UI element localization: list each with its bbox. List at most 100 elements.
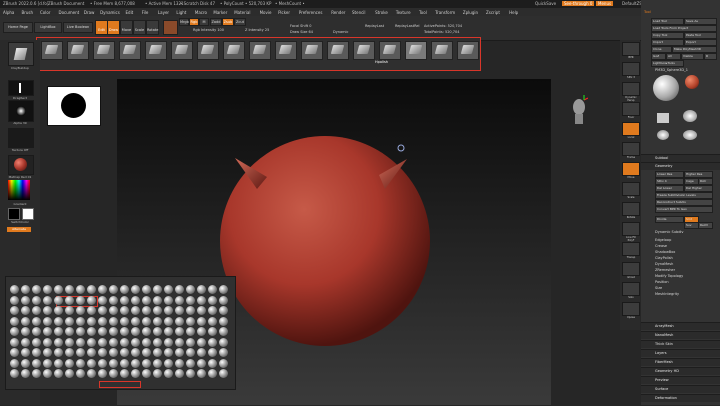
import-button[interactable]: Import [651,39,684,46]
arraymesh-section[interactable]: ArrayMesh [641,322,720,330]
menu-color[interactable]: Color [40,10,50,15]
material-swatch[interactable] [163,20,178,35]
popup-brush-item[interactable] [32,358,41,368]
popup-brush-item[interactable] [175,295,184,305]
popup-brush-item[interactable] [219,295,228,305]
export-button[interactable]: Export [684,39,717,46]
geometry-zremesher-item[interactable]: ZRemesher [655,268,675,272]
popup-brush-item[interactable] [186,316,195,326]
popup-brush-item[interactable] [197,358,206,368]
popup-brush-item[interactable] [142,295,151,305]
move-button[interactable]: Move [120,20,133,35]
popup-brush-item[interactable] [54,369,63,378]
popup-brush-item[interactable] [54,306,63,315]
popup-brush-item[interactable] [109,337,118,347]
popup-brush-item[interactable] [43,285,52,294]
popup-brush-item[interactable] [120,358,129,368]
popup-brush-item[interactable] [175,316,184,326]
popup-brush-item[interactable] [131,337,140,347]
popup-brush-item[interactable] [131,316,140,326]
popup-brush-item[interactable] [197,306,206,315]
color-picker[interactable] [8,180,30,200]
popup-brush-item[interactable] [175,285,184,294]
view-navigator[interactable] [570,95,589,135]
popup-brush-item[interactable] [21,337,30,347]
popup-brush-item[interactable] [164,306,173,315]
menu-movie[interactable]: Movie [260,10,272,15]
popup-brush-item[interactable] [120,369,129,378]
tool-thumb-simplebrush[interactable] [657,113,669,123]
popup-brush-item[interactable] [98,337,107,347]
shelf-solo-button[interactable]: Solo [622,282,640,299]
popup-brush-item[interactable] [87,295,96,305]
switch-color-button[interactable]: SwitchColor [0,220,40,224]
higher-res-button[interactable]: Higher Res [684,171,713,178]
popup-brush-item[interactable] [120,295,129,305]
popup-brush-item[interactable] [65,358,74,368]
popup-brush-item[interactable] [21,327,30,336]
menu-zscript[interactable]: Zscript [486,10,500,15]
clone-button[interactable]: Clone [651,46,672,53]
suv-toggle[interactable]: Suv [684,222,699,229]
popup-brush-item[interactable] [43,358,52,368]
brush-standard[interactable] [67,41,89,60]
cage-button[interactable]: Cage [684,178,699,185]
popup-brush-item[interactable] [120,337,129,347]
copy-tool-button[interactable]: Copy Tool [651,32,684,39]
popup-brush-item[interactable] [10,369,19,378]
tool-title[interactable]: Tool [644,10,651,14]
menu-render[interactable]: Render [331,10,345,15]
popup-brush-item[interactable] [131,369,140,378]
shelf-xpose-button[interactable]: Xpose [622,302,640,319]
popup-brush-item[interactable] [87,348,96,357]
popup-brush-item[interactable] [219,369,228,378]
lightbox-button[interactable]: LightBox [34,22,62,33]
menu-light[interactable]: Light [176,10,186,15]
subtool-section[interactable]: Subtool [641,154,720,162]
main-color-swatch[interactable] [8,208,20,220]
del-higher-button[interactable]: Del Higher [684,185,713,192]
popup-brush-item[interactable] [164,369,173,378]
popup-brush-item[interactable] [109,316,118,326]
popup-brush-item[interactable] [142,369,151,378]
popup-brush-item[interactable] [10,358,19,368]
z-intensity-slider[interactable]: Z Intensity 25 [245,28,269,32]
popup-brush-item[interactable] [131,285,140,294]
popup-brush-item[interactable] [43,327,52,336]
popup-brush-item[interactable] [98,285,107,294]
deformation-section[interactable]: Deformation [641,394,720,402]
shelf-floor-button[interactable]: Floor [622,102,640,119]
popup-brush-item[interactable] [65,337,74,347]
popup-brush-item[interactable] [208,316,217,326]
popup-brush-item[interactable] [65,285,74,294]
popup-brush-item[interactable] [208,327,217,336]
popup-brush-item[interactable] [65,295,74,305]
popup-brush-item[interactable] [43,337,52,347]
geometry-dynamesh-item[interactable]: DynaMesh [655,262,673,266]
menus-button[interactable]: Menus [596,1,614,6]
brush-trimadaptive[interactable] [431,41,453,60]
popup-brush-item[interactable] [120,306,129,315]
popup-brush-item[interactable] [164,348,173,357]
popup-brush-item[interactable] [120,285,129,294]
brush-move[interactable] [93,41,115,60]
popup-brush-item[interactable] [32,285,41,294]
popup-brush-item[interactable] [32,348,41,357]
popup-brush-item[interactable] [208,295,217,305]
popup-brush-item[interactable] [186,369,195,378]
popup-brush-item[interactable] [54,316,63,326]
quicksave-button[interactable]: QuickSave [535,1,556,6]
tool-thumb-sphere-1[interactable] [657,130,669,140]
draw-size-slider[interactable]: Draw Size 64 [290,30,313,34]
alternate-button[interactable]: Alternate [7,227,31,232]
shelf-local-button[interactable]: Local [622,122,640,139]
popup-brush-item[interactable] [76,358,85,368]
menu-stroke[interactable]: Stroke [375,10,388,15]
popup-brush-item[interactable] [76,316,85,326]
brush-polish[interactable] [457,41,479,60]
popup-brush-item[interactable] [142,285,151,294]
popup-brush-item[interactable] [10,337,19,347]
popup-brush-item[interactable] [32,327,41,336]
popup-brush-item[interactable] [164,295,173,305]
popup-brush-item[interactable] [109,285,118,294]
